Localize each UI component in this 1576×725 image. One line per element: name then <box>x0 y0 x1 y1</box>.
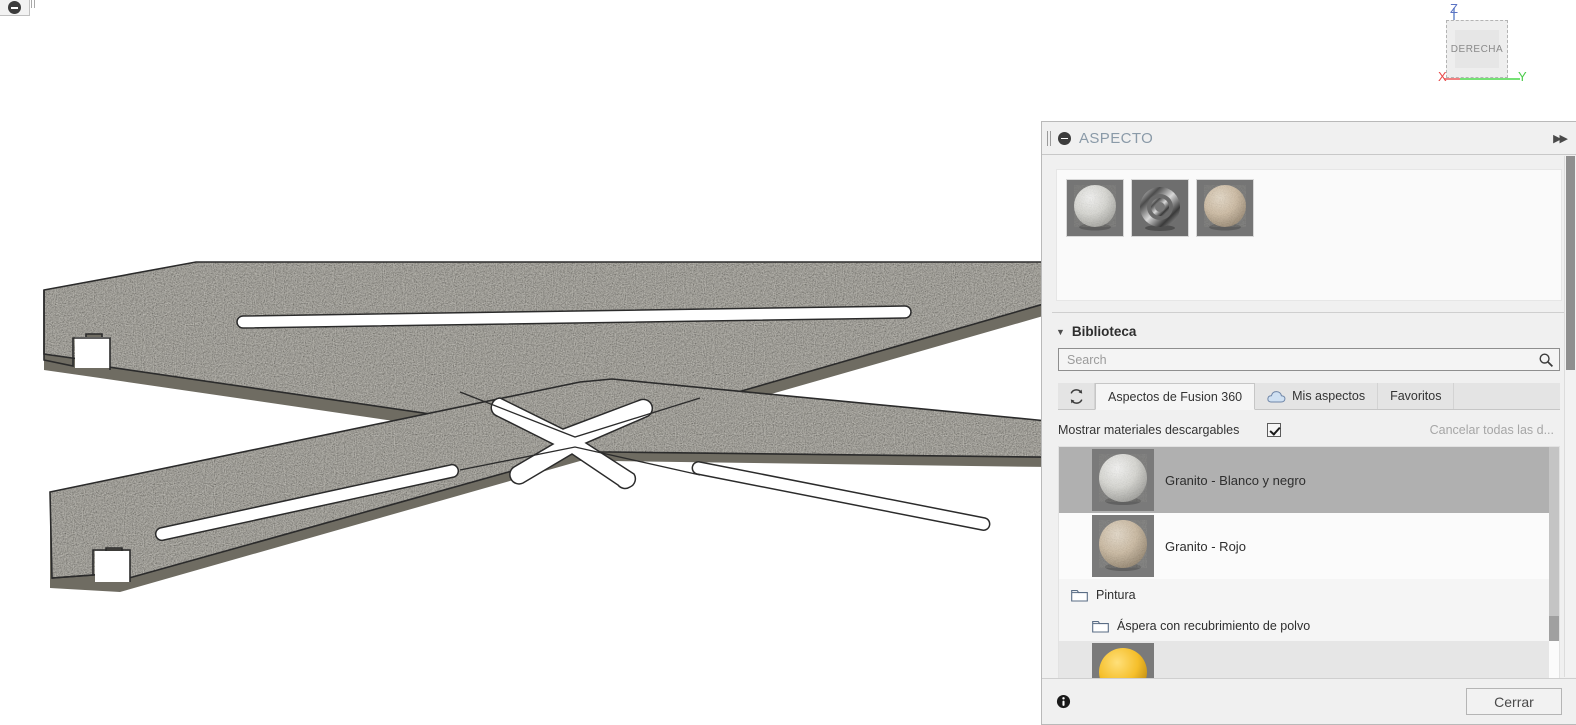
material-list-scrollbar-thumb-end[interactable] <box>1549 615 1559 642</box>
applied-appearances-zone <box>1042 155 1576 301</box>
list-item[interactable]: Granito - Rojo <box>1059 513 1549 579</box>
refresh-icon[interactable] <box>1058 383 1095 409</box>
list-item-folder[interactable]: Pintura <box>1059 579 1549 610</box>
brace-arm-lower <box>49 378 1041 592</box>
cloud-icon <box>1267 390 1286 402</box>
fusion360-application-window: Z DERECHA Y X ASPECTO ▶▶ ▼ Biblioteca Se… <box>0 0 1576 725</box>
tab-mis-aspectos[interactable]: Mis aspectos <box>1255 383 1379 409</box>
search-row <box>1042 348 1576 371</box>
material-name: Granito - Blanco y negro <box>1165 472 1306 488</box>
applied-swatch[interactable] <box>1066 179 1124 237</box>
toolbar-drag-grip-icon[interactable] <box>31 0 38 8</box>
cancel-all-downloads-link[interactable]: Cancelar todas las d... <box>1430 423 1560 437</box>
material-thumbnail <box>1092 515 1154 577</box>
material-list-inner: Granito - Blanco y negro Granito - Rojo … <box>1059 447 1549 678</box>
view-cube-label: DERECHA <box>1450 43 1504 55</box>
view-cube-face[interactable]: DERECHA <box>1446 20 1508 78</box>
folder-name: Áspera con recubrimiento de polvo <box>1117 618 1311 633</box>
search-field[interactable] <box>1058 348 1560 371</box>
applied-swatch[interactable] <box>1131 179 1189 237</box>
minus-circle-icon[interactable] <box>1058 131 1071 145</box>
search-input[interactable] <box>1065 348 1538 371</box>
material-list-scrollbar-thumb[interactable] <box>1549 447 1559 616</box>
minus-circle-icon[interactable] <box>8 1 21 14</box>
tab-strip-filler <box>1454 383 1560 409</box>
list-item-folder[interactable]: Áspera con recubrimiento de polvo <box>1059 610 1549 641</box>
folder-icon <box>1071 589 1088 602</box>
show-downloadable-label: Mostrar materiales descargables <box>1058 423 1240 437</box>
aspecto-panel: ASPECTO ▶▶ ▼ Biblioteca Search Aspectos … <box>1041 121 1576 725</box>
list-item[interactable] <box>1059 641 1549 678</box>
panel-footer: Cerrar <box>1042 678 1576 724</box>
axis-y-line-icon <box>1452 78 1520 80</box>
folder-name: Pintura <box>1096 587 1136 602</box>
tab-label: Mis aspectos <box>1292 389 1366 403</box>
close-button[interactable]: Cerrar <box>1466 688 1562 715</box>
toolbar-stub[interactable] <box>0 0 30 16</box>
tab-label: Aspectos de Fusion 360 <box>1108 389 1243 404</box>
tab-aspectos-fusion-360[interactable]: Aspectos de Fusion 360 <box>1095 383 1256 410</box>
view-cube-face-inner[interactable]: DERECHA <box>1451 30 1503 68</box>
tab-label: Favoritos <box>1390 389 1442 403</box>
material-list-scrollbar[interactable] <box>1549 447 1559 678</box>
panel-drag-grip-icon[interactable] <box>1046 130 1054 146</box>
applied-appearances-box[interactable] <box>1056 169 1562 301</box>
axis-x-label: X <box>1438 69 1447 84</box>
double-chevron-right-icon[interactable]: ▶▶ <box>1553 132 1568 145</box>
biblioteca-section-label: Biblioteca <box>1071 324 1137 339</box>
axis-z-label: Z <box>1450 1 1458 16</box>
panel-title: ASPECTO <box>1079 129 1154 147</box>
library-tab-strip: Aspectos de Fusion 360 Mis aspectos Favo… <box>1058 383 1560 410</box>
panel-header: ASPECTO ▶▶ <box>1042 122 1576 155</box>
view-cube[interactable]: Z DERECHA Y X <box>1438 1 1534 96</box>
info-icon[interactable] <box>1056 694 1071 709</box>
material-thumbnail <box>1092 449 1154 511</box>
material-name: Granito - Rojo <box>1165 538 1246 554</box>
biblioteca-section-header[interactable]: ▼ Biblioteca <box>1042 313 1576 348</box>
tab-favoritos[interactable]: Favoritos <box>1378 383 1455 409</box>
search-icon[interactable] <box>1538 352 1554 368</box>
list-item[interactable]: Granito - Blanco y negro <box>1059 447 1549 513</box>
applied-swatch[interactable] <box>1196 179 1254 237</box>
slot-lower-right <box>691 461 991 531</box>
material-list[interactable]: Granito - Blanco y negro Granito - Rojo … <box>1058 446 1560 678</box>
panel-scrollbar[interactable] <box>1564 156 1576 677</box>
folder-icon <box>1092 620 1109 633</box>
show-downloadable-row: Mostrar materiales descargables Cancelar… <box>1058 423 1560 437</box>
show-downloadable-checkbox[interactable] <box>1267 423 1282 437</box>
triangle-down-icon[interactable]: ▼ <box>1056 327 1065 337</box>
material-thumbnail <box>1092 643 1154 678</box>
panel-scrollbar-thumb[interactable] <box>1566 156 1575 370</box>
axis-y-label: Y <box>1518 69 1527 84</box>
